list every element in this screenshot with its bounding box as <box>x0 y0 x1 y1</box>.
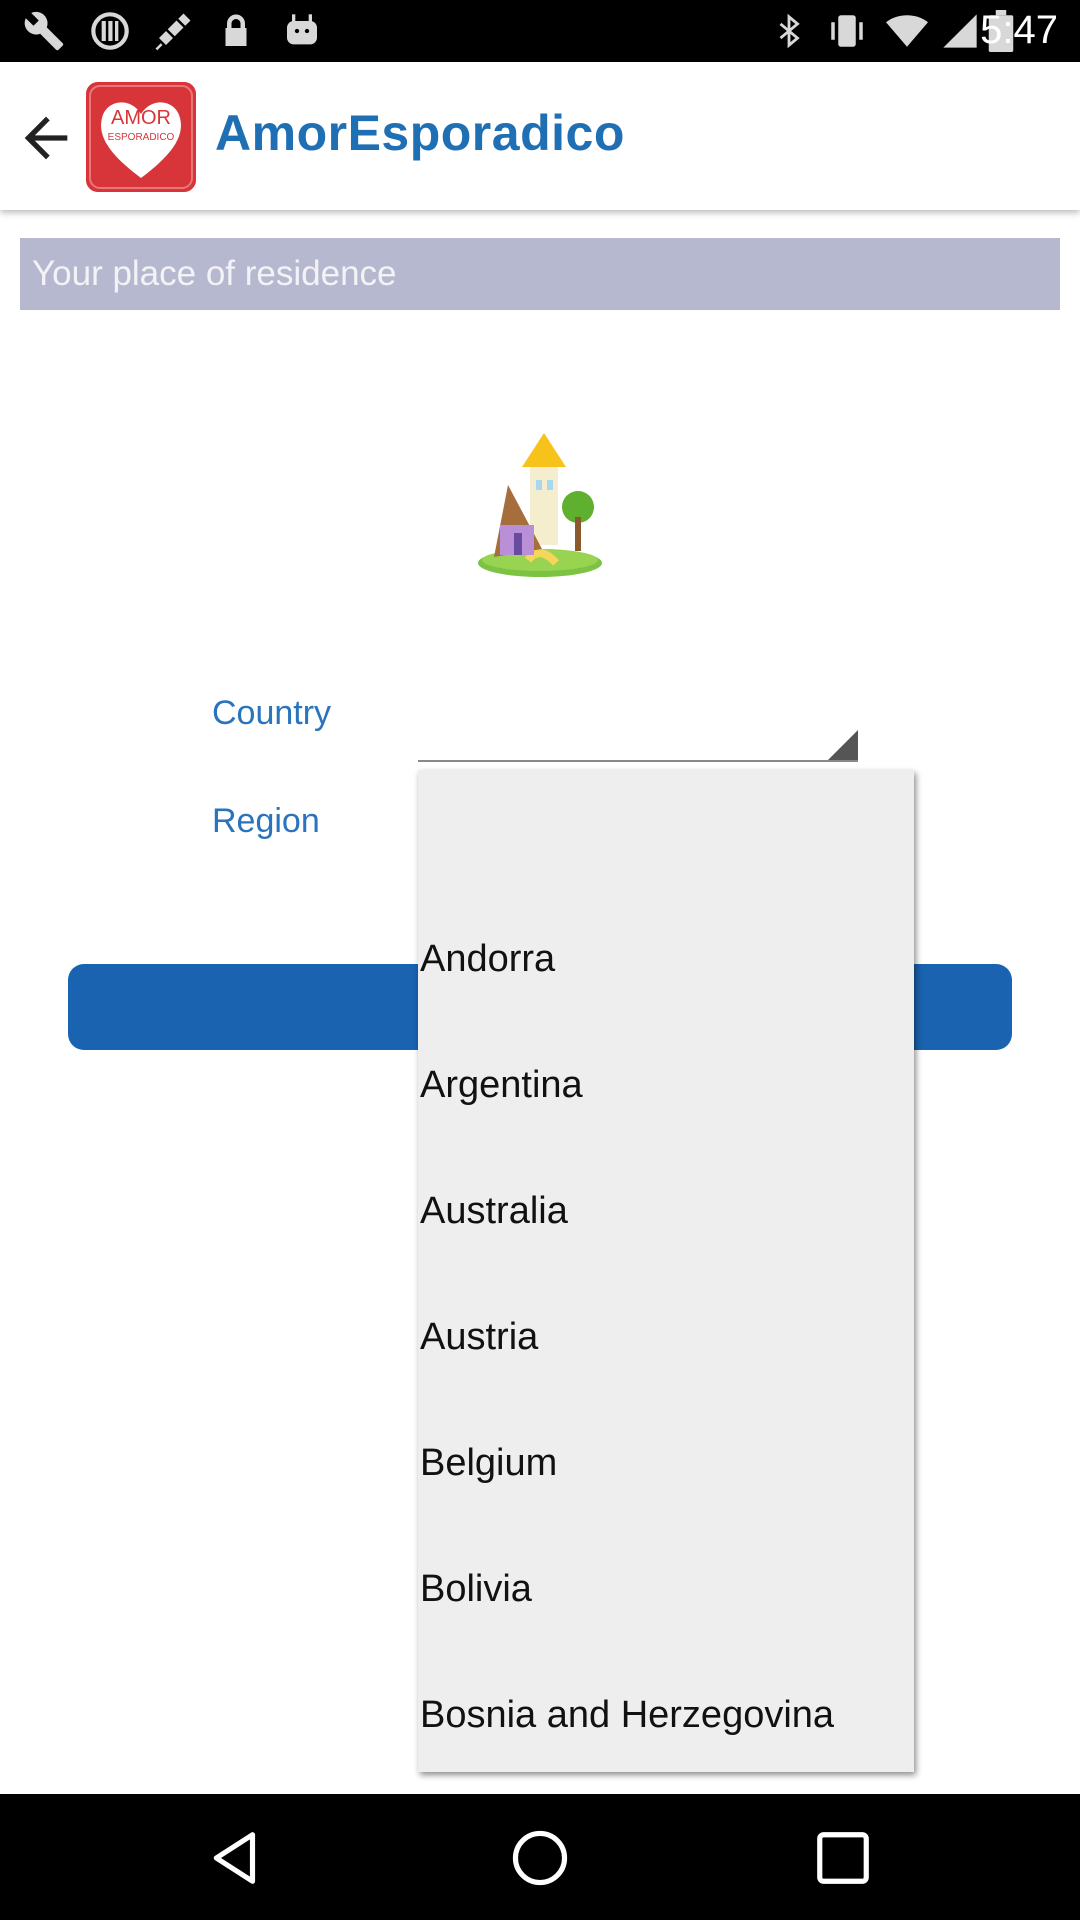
status-bar: 5:47 <box>0 0 1080 62</box>
status-time: 5:47 <box>980 8 1058 52</box>
lock-icon <box>225 14 247 46</box>
logo-text-top: AMOR <box>111 107 171 129</box>
recents-square-icon[interactable] <box>812 1827 874 1889</box>
dropdown-option-andorra[interactable]: Andorra <box>420 938 555 981</box>
dropdown-option-belgium[interactable]: Belgium <box>420 1442 557 1485</box>
dropdown-option-bosnia-and-herzegovina[interactable]: Bosnia and Herzegovina <box>420 1694 834 1737</box>
blocked-icon <box>91 12 129 50</box>
back-triangle-icon[interactable] <box>206 1827 268 1889</box>
app-logo: AMOR ESPORADICO <box>86 82 196 192</box>
navigation-bar <box>0 1794 1080 1920</box>
home-circle-icon[interactable] <box>509 1827 571 1889</box>
dropdown-option-australia[interactable]: Australia <box>420 1190 568 1233</box>
dropdown-option-austria[interactable]: Austria <box>420 1316 538 1359</box>
back-arrow-icon[interactable] <box>14 106 78 170</box>
dropdown-option-empty[interactable] <box>420 810 910 890</box>
region-label: Region <box>212 802 320 840</box>
fake-gps-icon <box>155 13 191 51</box>
spinner-arrow-icon <box>828 730 858 760</box>
dropdown-option-bolivia[interactable]: Bolivia <box>420 1568 532 1611</box>
app-bar: AMOR ESPORADICO AmorEsporadico <box>0 62 1080 210</box>
app-title: AmorEsporadico <box>215 105 625 161</box>
heart-logo-icon: AMOR ESPORADICO <box>86 82 196 192</box>
android-icon <box>287 14 317 45</box>
country-label: Country <box>212 694 332 732</box>
country-select[interactable] <box>418 720 858 762</box>
dropdown-option-argentina[interactable]: Argentina <box>420 1064 583 1107</box>
logo-text-bottom: ESPORADICO <box>108 132 175 143</box>
house-illustration-icon <box>478 433 602 577</box>
cell-signal-icon <box>943 14 977 48</box>
country-dropdown-list: Andorra Argentina Australia Austria Belg… <box>418 770 914 1772</box>
wifi-icon <box>886 15 928 47</box>
vibrate-icon <box>831 15 863 47</box>
section-header: Your place of residence <box>20 238 1060 310</box>
bluetooth-icon <box>779 13 800 49</box>
wrench-icon <box>24 11 64 51</box>
